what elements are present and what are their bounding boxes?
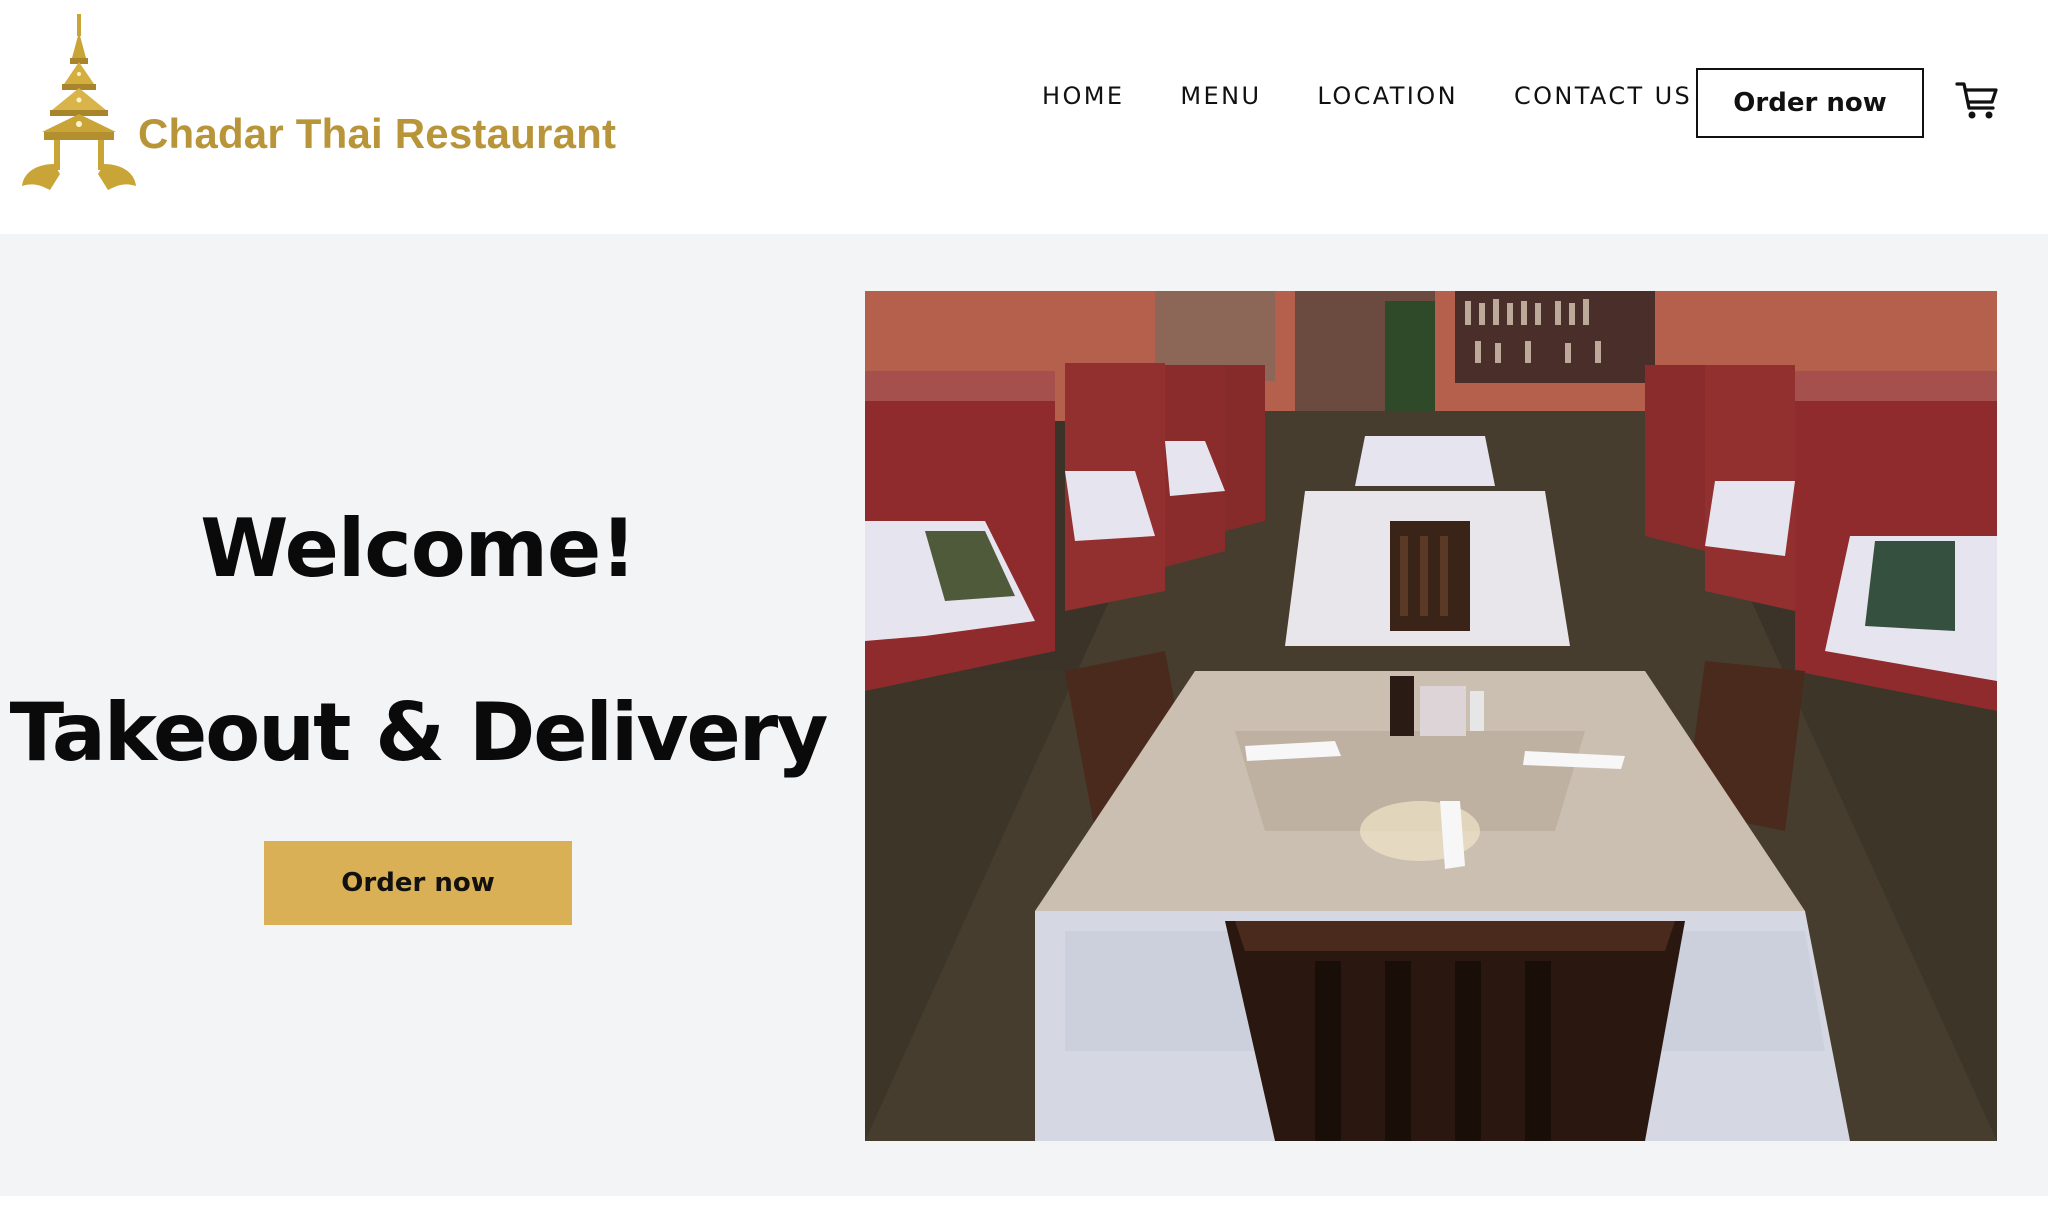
brand-name: Chadar Thai Restaurant [138, 110, 617, 157]
hero-section: Welcome! Takeout & Delivery Order now [0, 234, 2048, 1196]
cart-button[interactable] [1955, 80, 1999, 122]
hero-subheading: Takeout & Delivery [9, 686, 829, 779]
nav-location[interactable]: LOCATION [1317, 82, 1458, 110]
main-nav: HOME MENU LOCATION CONTACT US [1042, 82, 1692, 110]
page-bottom-strip [0, 1196, 2048, 1222]
hero-order-now-button[interactable]: Order now [264, 841, 572, 925]
nav-contact-us[interactable]: CONTACT US [1514, 82, 1692, 110]
pagoda-crown-icon [22, 14, 136, 190]
hero-text-block: Welcome! Takeout & Delivery Order now [0, 234, 836, 1196]
shopping-cart-icon [1955, 82, 1998, 119]
hero-heading: Welcome! [200, 502, 637, 595]
site-header: Chadar Thai Restaurant HOME MENU LOCATIO… [0, 0, 2048, 234]
header-order-now-button[interactable]: Order now [1696, 68, 1924, 138]
nav-home[interactable]: HOME [1042, 82, 1124, 110]
brand-logo[interactable]: Chadar Thai Restaurant [20, 14, 616, 194]
restaurant-dining-room-photo [865, 291, 1997, 1141]
nav-menu[interactable]: MENU [1180, 82, 1261, 110]
